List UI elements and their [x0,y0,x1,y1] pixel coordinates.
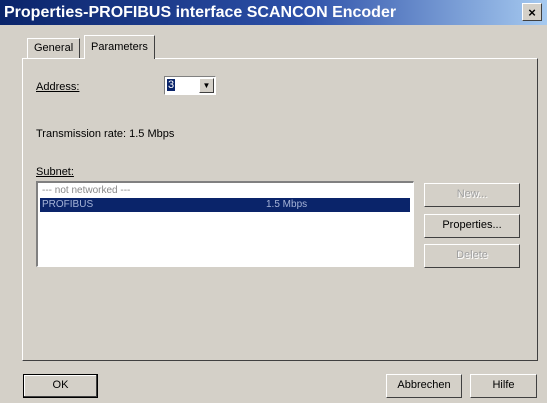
address-value: 3 [167,79,176,91]
subnet-rate: 1.5 Mbps [266,199,308,210]
window-title-bar[interactable]: Properties-PROFIBUS interface SCANCON En… [0,0,547,25]
close-icon: × [528,5,536,20]
delete-button[interactable]: Delete [424,244,520,268]
window-title: Properties-PROFIBUS interface SCANCON En… [4,4,397,21]
subnet-name: --- not networked --- [42,185,131,196]
ok-button[interactable]: OK [23,374,98,398]
properties-button[interactable]: Properties... [424,214,520,238]
close-button[interactable]: × [522,3,542,21]
list-item-selected[interactable]: PROFIBUS 1.5 Mbps [40,198,410,212]
chevron-down-icon[interactable]: ▼ [199,78,214,93]
new-button[interactable]: New... [424,183,520,207]
tab-general[interactable]: General [27,38,81,58]
subnet-list[interactable]: --- not networked --- PROFIBUS 1.5 Mbps [36,181,414,267]
subnet-name: PROFIBUS [42,199,94,210]
tab-parameters[interactable]: Parameters [84,35,155,59]
subnet-label: Subnet: [36,166,74,178]
help-button[interactable]: Hilfe [470,374,537,398]
address-dropdown[interactable]: 3 ▼ [164,76,216,95]
cancel-button[interactable]: Abbrechen [386,374,462,398]
list-item[interactable]: --- not networked --- [40,184,410,198]
transmission-rate-text: Transmission rate: 1.5 Mbps [36,128,175,140]
address-label: Address: [36,81,80,93]
